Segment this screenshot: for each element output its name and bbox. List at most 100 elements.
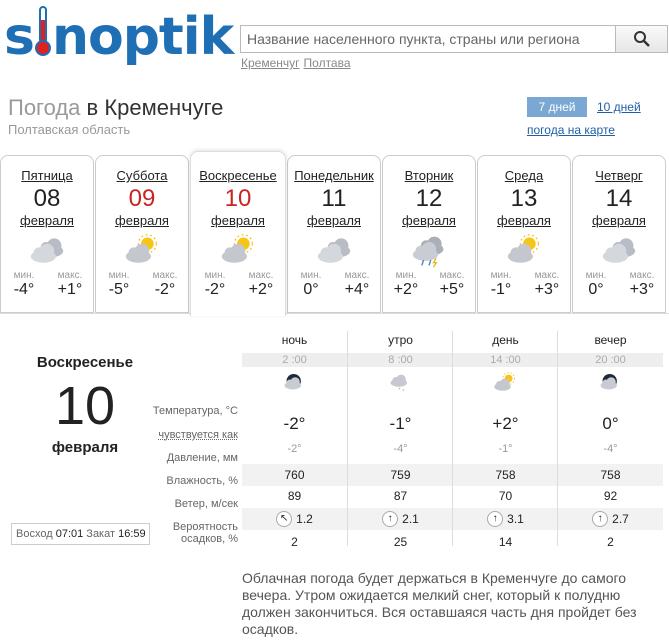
label-feels-like[interactable]: чувствуется как [158,429,238,441]
day-tabs: Пятница 08 февраля мин. макс. -4° +1° Субб… [0,151,669,316]
sunrise-label: Восход [16,528,53,540]
recent-search-link[interactable]: Полтава [304,56,351,70]
day-weather-icon [383,232,475,270]
day-tab[interactable]: Суббота 09 февраля мин. макс. -5° -2° [95,155,189,313]
tab-10-days[interactable]: 10 дней [597,100,641,114]
day-month[interactable]: февраля [1,213,93,228]
day-tab[interactable]: Среда 13 февраля мин. макс. -1° +3° [477,155,571,313]
wind-speed: 2.1 [402,512,419,526]
max-label: макс. [629,270,655,281]
day-month[interactable]: февраля [96,213,188,228]
day-month[interactable]: февраля [573,213,665,228]
period-name: утро [388,333,413,347]
day-number: 09 [128,185,156,212]
title-prefix: Погода [8,95,81,120]
day-month[interactable]: февраля [288,213,380,228]
period-pressure: 758 [558,464,663,486]
day-tab[interactable]: Вторник 12 февраля мин. макс. +2° +5° [382,155,476,313]
period-name: ночь [281,333,308,347]
period-pressure: 760 [242,464,347,486]
partly-cloudy-icon [125,234,158,263]
max-label: макс. [534,270,560,281]
period-icon [558,371,663,399]
wind-speed: 1.2 [296,512,313,526]
tab-7-days[interactable]: 7 дней [527,97,587,117]
recent-search-link[interactable]: Кременчуг [241,56,300,70]
period-wind: ↑ 2.7 [558,508,663,530]
day-weather-icon [96,232,188,270]
day-number: 12 [415,185,443,212]
period-column: утро 8 :00 * * -1° -4° 759 87 ↑ 2.1 25 [347,331,453,549]
max-label: макс. [152,270,178,281]
min-label: мин. [585,270,607,281]
day-name[interactable]: Суббота [96,168,188,183]
period-wind: ↖ 1.2 [242,508,347,530]
svg-text:*: * [398,388,400,394]
period-temperature: +2° [492,414,519,433]
max-temp: +1° [57,281,83,298]
min-label: мин. [204,270,226,281]
max-label: макс. [248,270,274,281]
day-month[interactable]: февраля [478,213,570,228]
day-name[interactable]: Вторник [383,168,475,183]
period-icon [242,371,347,399]
day-weather-icon [1,232,93,270]
period-time: 14 :00 [453,353,558,367]
selected-day: Воскресенье 10 февраля [0,354,170,456]
min-temp: -4° [13,281,35,298]
day-tab[interactable]: Четверг 14 февраля мин. макс. 0° +3° [572,155,666,313]
period-icon: * * [348,371,453,399]
day-month[interactable]: февраля [191,213,285,228]
weather-description: Облачная погода будет держаться в Кремен… [242,570,637,637]
night-cloudy-icon [600,373,617,390]
day-weather-icon [288,232,380,270]
weather-map-link[interactable]: погода на карте [527,123,615,137]
day-name[interactable]: Воскресенье [191,168,285,183]
min-label: мин. [300,270,322,281]
day-weather-icon [478,232,570,270]
min-temp: -1° [490,281,512,298]
period-precip-probability: 2 [607,535,614,549]
period-time: 20 :00 [558,353,663,367]
day-name[interactable]: Среда [478,168,570,183]
period-column: день 14 :00 +2° -1° 758 70 ↑ 3.1 14 [452,331,558,549]
period-humidity: 89 [287,489,302,503]
day-name[interactable]: Понедельник [288,168,380,183]
sinoptik-logo[interactable]: s noptik [4,6,234,67]
search-input[interactable] [241,26,615,52]
label-humidity: Влажность, % [166,475,238,487]
period-icon [453,371,558,399]
day-name[interactable]: Четверг [573,168,665,183]
day-weather-icon [573,232,665,270]
search-icon [633,31,650,47]
label-precip-1: Вероятность [172,521,238,533]
wind-direction-icon: ↑ [487,511,504,527]
logo-text-prefix: s [4,7,35,67]
max-temp: +4° [344,281,370,298]
day-tab[interactable]: Понедельник 11 февраля мин. макс. 0° +4° [287,155,381,313]
period-feels-like: -1° [498,443,513,455]
period-feels-like: -4° [393,443,408,455]
sunrise-time: 07:01 [55,528,84,540]
page-title: Погода в Кременчуге [8,95,223,121]
wind-direction-icon: ↑ [592,511,609,527]
wind-direction-icon: ↑ [382,511,399,527]
period-column: вечер 20 :00 0° -4° 758 92 ↑ 2.7 2 [557,331,663,549]
day-name[interactable]: Пятница [1,168,93,183]
day-month[interactable]: февраля [383,213,475,228]
max-temp: +5° [439,281,465,298]
partly-cloudy-icon [221,234,254,263]
day-number: 14 [605,185,633,212]
min-temp: -5° [108,281,130,298]
period-wind: ↑ 3.1 [453,508,558,530]
max-label: макс. [439,270,465,281]
period-name: день [492,333,519,347]
period-time: 2 :00 [242,353,347,367]
search-button[interactable] [615,26,667,52]
label-wind: Ветер, м/сек [174,498,238,510]
sunset-label: Закат [86,528,116,540]
search-bar [240,25,668,53]
wind-speed: 3.1 [507,512,524,526]
day-tab[interactable]: Воскресенье 10 февраля мин. макс. -2° +2° [190,151,286,316]
day-tab[interactable]: Пятница 08 февраля мин. макс. -4° +1° [0,155,94,313]
